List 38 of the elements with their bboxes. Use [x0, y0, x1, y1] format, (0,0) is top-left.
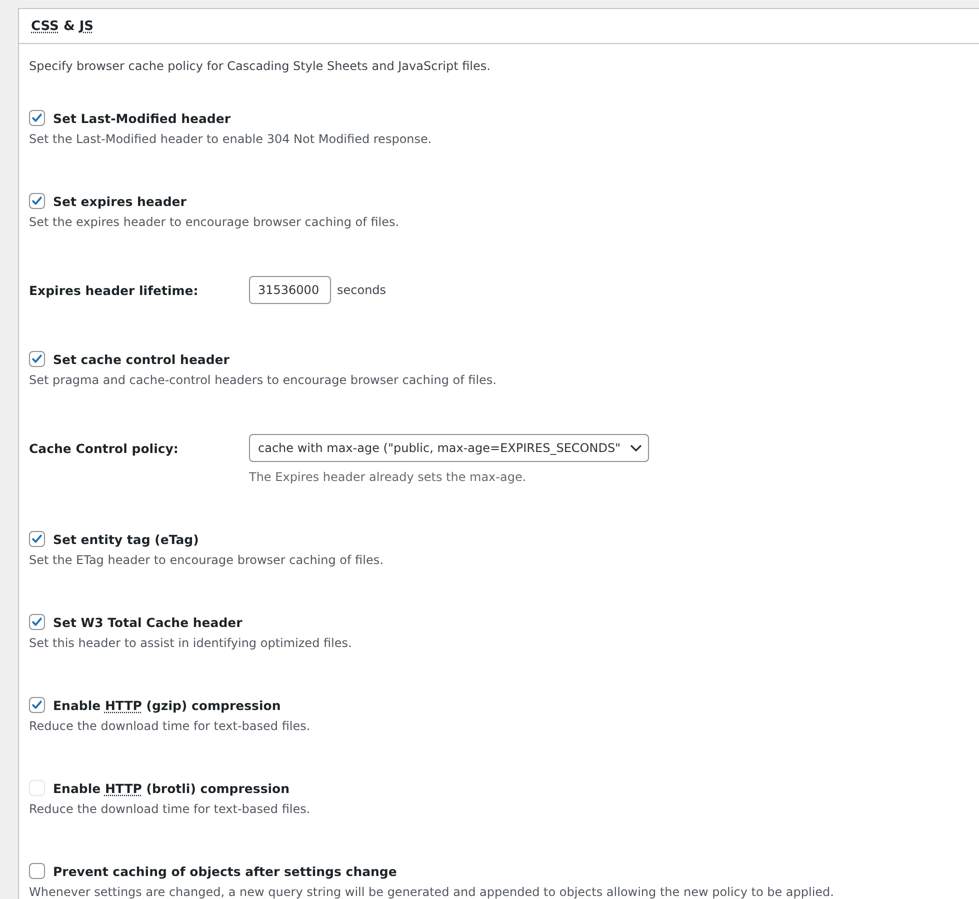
checkbox[interactable] — [29, 863, 45, 879]
option-label: Set Last-Modified header — [53, 110, 231, 126]
panel-title: CSS & JS — [31, 18, 94, 34]
option-label: Set entity tag (eTag) — [53, 532, 199, 546]
field-label: Expires header lifetime: — [29, 282, 200, 298]
check-icon — [30, 111, 44, 125]
caret-icon — [630, 444, 642, 452]
option-description: Set the ETag header to encourage browser caching of files. — [29, 553, 384, 567]
option-description: Whenever settings are changed, a new query string will be generated and appended to objects allowing the new policy to be applied. — [29, 885, 835, 899]
intro-text: Specify browser cache policy for Cascading Style Sheets and JavaScript files. — [29, 59, 492, 73]
option-label: Enable HTTP (brotli) compression — [53, 780, 290, 796]
option-description: Reduce the download time for text-based files. — [29, 802, 312, 816]
checkbox[interactable] — [29, 351, 45, 367]
field-label: Cache Control policy: — [29, 441, 180, 456]
unit-label: seconds — [337, 283, 386, 297]
option-label: Enable HTTP (gzip) compression — [53, 698, 281, 712]
field-note: The Expires header already sets the max-age. — [249, 470, 528, 484]
option-description: Set this header to assist in identifying optimized files. — [29, 636, 353, 650]
option-label: Set cache control header — [53, 352, 230, 366]
option-description: Set pragma and cache-control headers to encourage browser caching of files. — [29, 373, 498, 387]
option-description: Set the expires header to encourage browser caching of files. — [29, 215, 400, 229]
option-description: Reduce the download time for text-based files. — [29, 719, 312, 733]
option-label: Set expires header — [53, 194, 186, 208]
option-description: Set the Last-Modified header to enable 304 Not Modified response. — [29, 132, 433, 146]
check-icon — [30, 615, 44, 629]
checkbox[interactable] — [29, 193, 45, 209]
checkbox[interactable] — [29, 531, 45, 547]
check-icon — [30, 352, 44, 366]
number-field[interactable]: 31536000 — [249, 276, 331, 304]
option-label: Set W3 Total Cache header — [53, 614, 242, 630]
checkbox[interactable] — [29, 697, 45, 713]
check-icon — [30, 532, 44, 546]
option-label: Prevent caching of objects after settings change — [53, 864, 397, 878]
policy-dropdown[interactable]: cache with max-age ("public, max-age=EXPIRES_SECONDS" — [249, 434, 649, 462]
check-icon — [30, 698, 44, 712]
checkbox[interactable] — [29, 110, 45, 126]
check-icon — [30, 194, 44, 208]
checkbox[interactable] — [29, 614, 45, 630]
